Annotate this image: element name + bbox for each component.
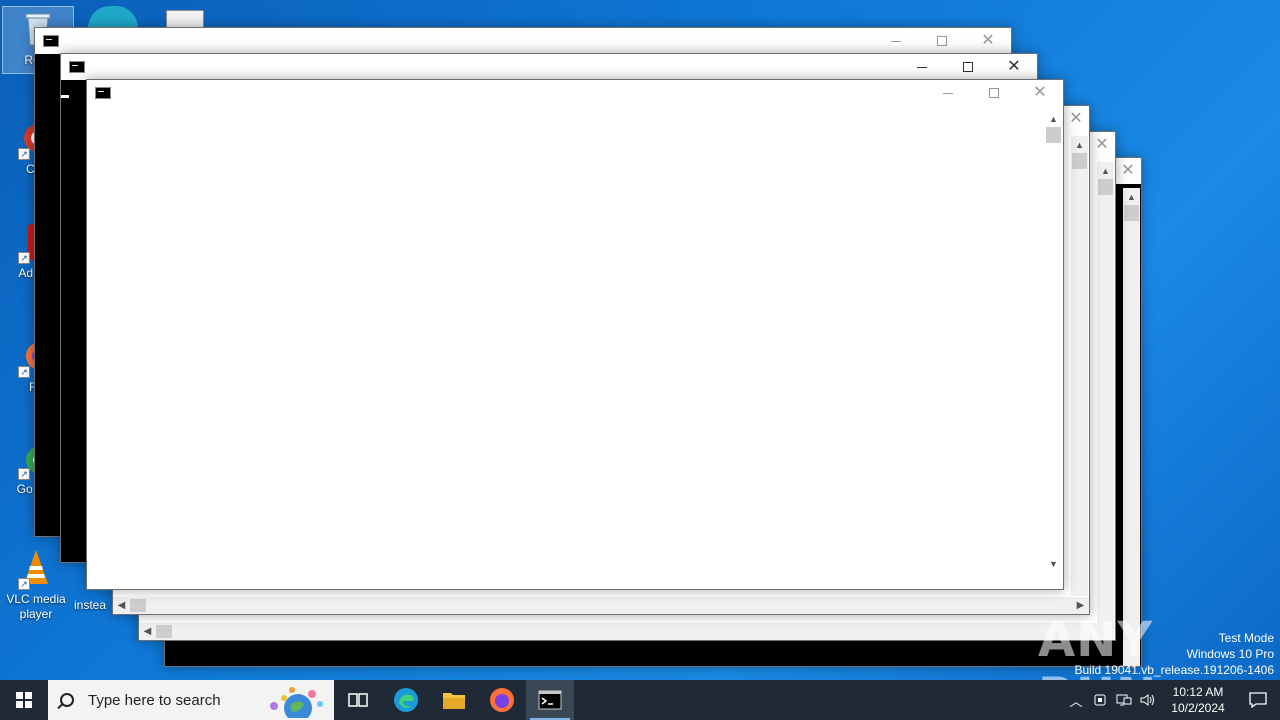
scroll-up-icon[interactable]: ▲ — [1123, 188, 1140, 205]
shortcut-arrow-icon: ↗ — [18, 578, 30, 590]
close-icon: ✕ — [981, 32, 995, 49]
vertical-scrollbar[interactable]: ▲ — [1123, 188, 1140, 666]
start-button[interactable] — [0, 680, 48, 720]
maximize-button[interactable] — [945, 54, 991, 80]
cmd-icon — [43, 35, 59, 47]
text-cursor — [61, 95, 69, 98]
shortcut-arrow-icon: ↗ — [18, 148, 30, 160]
close-button[interactable]: ✕ — [1017, 80, 1063, 106]
scroll-thumb[interactable] — [1098, 179, 1113, 195]
maximize-button[interactable] — [919, 28, 965, 54]
scroll-left-icon[interactable]: ◀ — [139, 623, 156, 640]
minimize-button[interactable] — [873, 28, 919, 54]
clock-date: 10/2/2024 — [1171, 701, 1225, 715]
clock[interactable]: 10:12 AM 10/2/2024 — [1160, 684, 1236, 716]
network-button[interactable] — [1112, 680, 1136, 720]
shortcut-arrow-icon: ↗ — [18, 366, 30, 378]
notification-icon — [1249, 692, 1267, 708]
close-button[interactable]: ✕ — [1089, 132, 1115, 158]
minimize-icon — [891, 40, 901, 42]
taskbar-file-explorer[interactable] — [430, 680, 478, 720]
test-mode-watermark: Test Mode Windows 10 Pro Build 19041.vb_… — [1075, 630, 1275, 678]
scroll-up-icon[interactable]: ▲ — [1097, 162, 1114, 179]
device-icon — [1094, 694, 1106, 706]
console-area[interactable] — [87, 106, 1045, 589]
vertical-scrollbar[interactable]: ▲ ▼ — [1045, 110, 1062, 572]
close-button[interactable]: ✕ — [991, 54, 1037, 80]
desktop-icon-file[interactable]: instea — [74, 598, 114, 613]
desktop: Recy ↗ CCl ↗ Ad Acr ↗ Fir ↗ Go Chr ↗ — [0, 0, 1280, 680]
scroll-thumb[interactable] — [1046, 127, 1061, 143]
scroll-thumb[interactable] — [1072, 153, 1087, 169]
action-center-button[interactable] — [1236, 680, 1280, 720]
watermark-line-3: Build 19041.vb_release.191206-1406 — [1074, 663, 1275, 677]
maximize-icon — [989, 88, 999, 98]
horizontal-scrollbar[interactable]: ◀ — [139, 623, 1097, 640]
close-icon: ✕ — [1095, 136, 1109, 153]
show-hidden-icons-button[interactable]: ︿ — [1064, 680, 1088, 720]
desktop-icon-label: instea — [74, 598, 107, 612]
scroll-thumb[interactable] — [130, 599, 146, 612]
minimize-icon — [917, 66, 927, 68]
cmd-icon — [69, 61, 85, 73]
vlc-icon: ↗ — [16, 548, 56, 590]
taskbar-edge[interactable] — [382, 680, 430, 720]
firefox-icon — [490, 688, 514, 712]
document-icon[interactable] — [166, 10, 204, 28]
close-icon: ✕ — [1069, 110, 1083, 127]
shortcut-arrow-icon: ↗ — [18, 252, 30, 264]
vertical-scrollbar[interactable]: ▲ — [1097, 162, 1114, 640]
volume-button[interactable] — [1136, 680, 1160, 720]
edge-icon[interactable] — [88, 6, 138, 28]
close-icon: ✕ — [1007, 58, 1021, 75]
scroll-up-icon[interactable]: ▲ — [1071, 136, 1088, 153]
clock-time: 10:12 AM — [1172, 685, 1224, 699]
close-button[interactable]: ✕ — [1063, 106, 1089, 132]
search-highlight-art-icon — [270, 687, 323, 718]
maximize-button[interactable] — [971, 80, 1017, 106]
search-placeholder: Type here to search — [88, 691, 221, 709]
title-bar[interactable]: ✕ — [87, 80, 1063, 106]
shortcut-arrow-icon: ↗ — [18, 468, 30, 480]
scroll-up-icon[interactable]: ▲ — [1045, 110, 1062, 127]
scroll-down-icon[interactable]: ▼ — [1045, 555, 1062, 572]
minimize-icon — [943, 92, 953, 94]
volume-icon — [1140, 694, 1154, 706]
cmd-window-3[interactable]: ✕ ▲ ▼ — [86, 79, 1064, 590]
tray-security-button[interactable] — [1088, 680, 1112, 720]
edge-icon — [394, 688, 418, 712]
file-explorer-icon — [443, 693, 465, 709]
watermark-line-1: Test Mode — [1218, 631, 1274, 645]
chevron-up-icon: ︿ — [1069, 693, 1083, 709]
cmd-icon — [95, 87, 111, 99]
minimize-button[interactable] — [925, 80, 971, 106]
network-icon — [1116, 694, 1132, 706]
taskbar: Type here to search ︿ 10:12 AM 10/2/2024 — [0, 680, 1280, 720]
close-button[interactable]: ✕ — [1115, 158, 1141, 184]
taskbar-cmd[interactable] — [526, 680, 574, 720]
vertical-scrollbar[interactable]: ▲ — [1071, 136, 1088, 596]
system-tray: ︿ 10:12 AM 10/2/2024 — [1064, 680, 1280, 720]
task-view-icon — [348, 693, 368, 707]
search-icon — [60, 693, 74, 707]
desktop-icon-label: VLC media player — [6, 592, 66, 621]
scroll-thumb[interactable] — [1124, 205, 1139, 221]
task-view-button[interactable] — [334, 680, 382, 720]
close-icon: ✕ — [1121, 162, 1135, 179]
close-icon: ✕ — [1033, 84, 1047, 101]
maximize-icon — [963, 62, 973, 72]
maximize-icon — [937, 36, 947, 46]
windows-logo-icon — [16, 692, 32, 708]
minimize-button[interactable] — [899, 54, 945, 80]
taskbar-firefox[interactable] — [478, 680, 526, 720]
watermark-line-2: Windows 10 Pro — [1186, 647, 1274, 661]
title-bar[interactable]: ✕ — [35, 28, 1011, 54]
cmd-icon — [538, 690, 562, 710]
scroll-left-icon[interactable]: ◀ — [113, 597, 130, 614]
search-box[interactable]: Type here to search — [48, 680, 334, 720]
horizontal-scrollbar[interactable]: ◀ ▶ — [113, 597, 1089, 614]
close-button[interactable]: ✕ — [965, 28, 1011, 54]
title-bar[interactable]: ✕ — [61, 54, 1037, 80]
scroll-thumb[interactable] — [156, 625, 172, 638]
